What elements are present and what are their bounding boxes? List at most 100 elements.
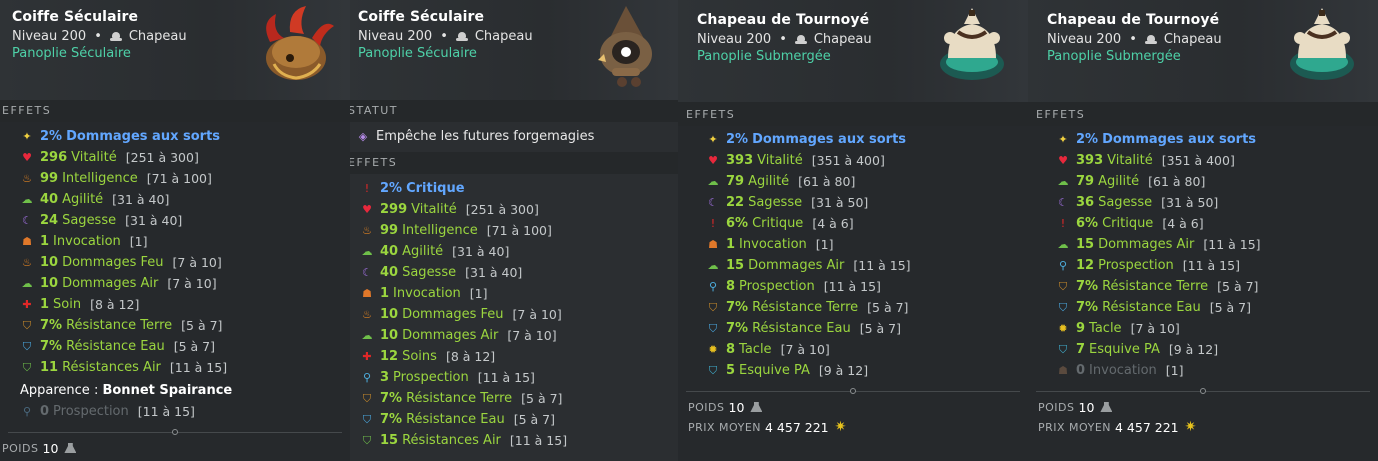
effect-line: ♥ 299 Vitalité [251 à 300] <box>360 199 678 220</box>
shield-water-icon: ⛉ <box>22 339 32 353</box>
moon-icon: ☾ <box>1058 196 1068 209</box>
hat-type-icon <box>1144 34 1157 45</box>
effect-value: 12 <box>380 349 399 364</box>
item-level: Niveau 200 <box>1047 32 1122 47</box>
effect-line: ☁ 79 Agilité [61 à 80] <box>1056 171 1378 192</box>
effect-stat: Sagesse <box>62 213 117 228</box>
effect-range: [31 à 40] <box>465 265 523 280</box>
tackle-icon: ✹ <box>708 343 718 356</box>
effect-range: [5 à 7] <box>181 318 223 333</box>
effect-line: ♨ 10 Dommages Feu [7 à 10] <box>360 304 678 325</box>
item-header: Coiffe Séculaire Niveau 200 • Chapeau Pa… <box>0 0 350 100</box>
moon-icon: ☾ <box>708 196 718 209</box>
effect-line: ✦ 2% Dommages aux sorts <box>20 126 350 147</box>
effect-stat: Dommages aux sorts <box>752 132 907 147</box>
effects-heading: EFFETS <box>1028 102 1378 126</box>
effect-line: ! 6% Critique [4 à 6] <box>1056 213 1378 234</box>
effect-value: 2% <box>380 181 403 196</box>
effect-stat: Dommages Feu <box>62 255 164 270</box>
item-image <box>1290 8 1354 80</box>
effect-line: ⛉ 5 Esquive PA [9 à 12] <box>706 360 1028 381</box>
effect-range: [11 à 15] <box>137 404 195 419</box>
cross-icon: ✚ <box>22 298 32 311</box>
shield-water-icon: ⛉ <box>1058 300 1068 314</box>
price-row: PRIX MOYEN 4 457 221 ✷ <box>1028 417 1378 437</box>
divider-knob <box>172 429 178 435</box>
effect-value: 5 <box>726 363 736 378</box>
effect-value: 24 <box>40 213 59 228</box>
appearance-label: Apparence : <box>20 383 99 398</box>
status-heading: STATUT <box>350 100 678 122</box>
effect-stat: Résistances Air <box>402 433 501 448</box>
effect-value: 1 <box>726 237 736 252</box>
cross-icon: ✚ <box>362 350 372 363</box>
effect-value: 3 <box>380 370 390 385</box>
effect-stat: Invocation <box>739 237 807 252</box>
item-level: Niveau 200 <box>697 32 772 47</box>
effect-line: ✦ 2% Dommages aux sorts <box>706 129 1028 150</box>
air-icon: ☁ <box>1057 238 1069 251</box>
effect-range: [31 à 40] <box>452 244 510 259</box>
effect-stat: Résistance Terre <box>406 391 513 406</box>
air-icon: ☁ <box>361 245 373 258</box>
effect-range: [7 à 10] <box>507 328 557 343</box>
effect-range: [11 à 15] <box>169 360 228 375</box>
effect-range: [8 à 12] <box>445 349 496 364</box>
effect-line: ! 6% Critique [4 à 6] <box>706 213 1028 234</box>
fire-icon: ♨ <box>362 224 372 237</box>
effect-range: [7 à 10] <box>172 255 222 270</box>
effect-value: 2% <box>1076 132 1099 147</box>
effect-value: 10 <box>40 276 59 291</box>
heart-icon: ♥ <box>1058 154 1068 167</box>
effect-line: ⛉ 7% Résistance Eau [5 à 7] <box>706 318 1028 339</box>
effect-range: [1] <box>129 234 148 249</box>
effect-stat: Critique <box>406 181 465 196</box>
effect-value: 40 <box>380 265 399 280</box>
moon-icon: ☾ <box>22 214 32 227</box>
effect-line: ☾ 24 Sagesse [31 à 40] <box>20 210 350 231</box>
effect-stat: Dommages Feu <box>402 307 504 322</box>
effect-value: 8 <box>726 279 736 294</box>
weight-row: POIDS 10 <box>1028 397 1378 417</box>
effect-stat: Agilité <box>1098 174 1140 189</box>
effect-value: 7 <box>1076 342 1086 357</box>
effect-stat: Résistance Eau <box>66 339 165 354</box>
effect-range: [5 à 7] <box>173 339 215 354</box>
effect-range: [351 à 400] <box>811 153 885 168</box>
effect-range: [9 à 12] <box>1168 342 1219 357</box>
heart-icon: ♥ <box>708 154 718 167</box>
effect-stat: Résistances Air <box>62 360 161 375</box>
weight-icon <box>1100 402 1113 412</box>
separator-dot: • <box>440 29 448 44</box>
weight-row: POIDS 10 <box>678 397 1028 417</box>
effect-stat: Esquive PA <box>739 363 810 378</box>
effect-line: ☁ 40 Agilité [31 à 40] <box>360 241 678 262</box>
effect-line: ✚ 1 Soin [8 à 12] <box>20 294 350 315</box>
effect-value: 15 <box>726 258 745 273</box>
effect-range: [7 à 10] <box>512 307 562 322</box>
effect-range: [1] <box>1165 363 1184 378</box>
item-level: Niveau 200 <box>358 29 433 44</box>
effect-range: [5 à 7] <box>513 412 555 427</box>
air-icon: ☁ <box>21 193 33 206</box>
effect-value: 12 <box>1076 258 1095 273</box>
effect-value: 393 <box>1076 153 1104 168</box>
effect-line: ♨ 99 Intelligence [71 à 100] <box>360 220 678 241</box>
item-header: Chapeau de Tournoyé Niveau 200 • Chapeau… <box>678 0 1028 102</box>
shield-air-icon: ⛉ <box>22 360 32 374</box>
effect-range: [8 à 12] <box>90 297 140 312</box>
effect-line: ⛉ 11 Résistances Air [11 à 15] <box>20 357 350 378</box>
effect-value: 7% <box>40 318 63 333</box>
effect-stat: Résistance Terre <box>66 318 173 333</box>
effect-value: 7% <box>380 412 403 427</box>
effect-line: ♥ 296 Vitalité [251 à 300] <box>20 147 350 168</box>
effect-stat: Résistance Eau <box>1102 300 1201 315</box>
effect-value: 22 <box>726 195 745 210</box>
effect-range: [251 à 300] <box>465 202 539 217</box>
hat-type-icon <box>794 34 807 45</box>
summon-icon: ☗ <box>708 238 718 251</box>
effect-line: ♥ 393 Vitalité [351 à 400] <box>1056 150 1378 171</box>
effect-stat: Esquive PA <box>1089 342 1160 357</box>
magnifier-icon: ⚲ <box>22 405 32 418</box>
item-tooltip-1: Coiffe Séculaire Niveau 200 • Chapeau Pa… <box>0 0 350 461</box>
